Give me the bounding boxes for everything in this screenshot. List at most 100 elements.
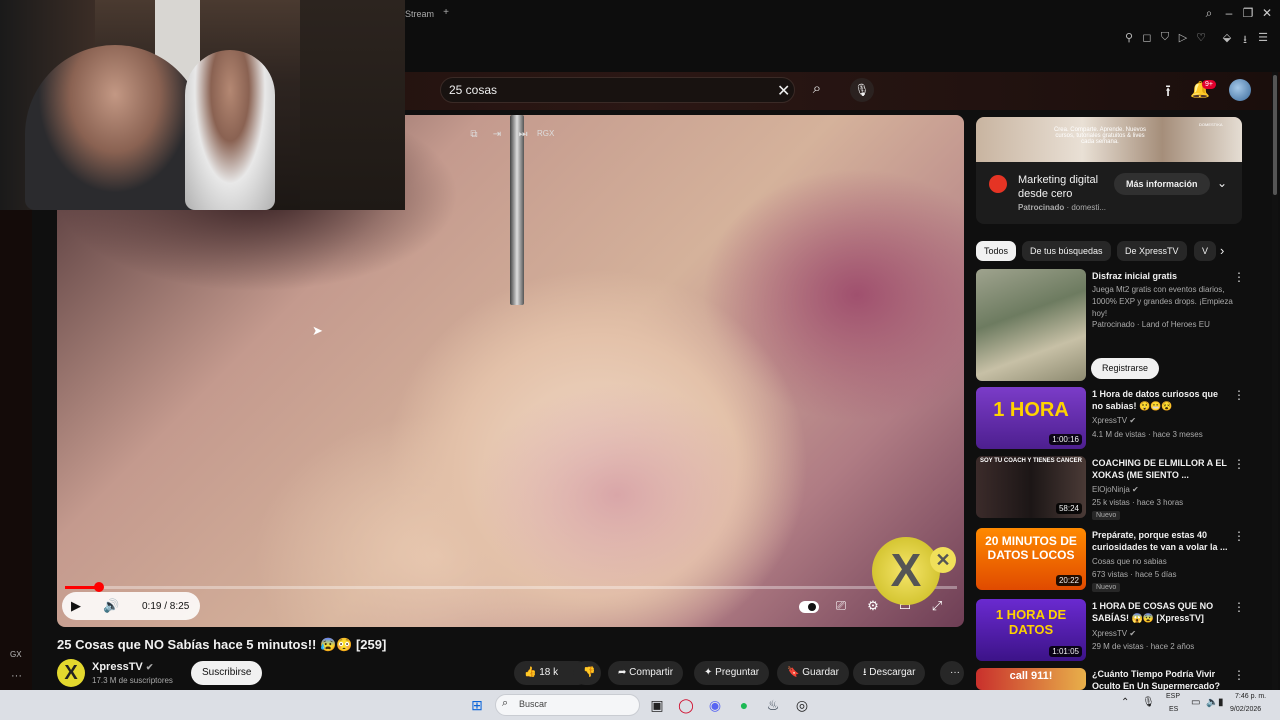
microphone-icon[interactable]: 🎙 bbox=[850, 78, 874, 102]
task-view-icon[interactable]: ▣ bbox=[647, 695, 667, 715]
rec-thumbnail[interactable]: 1 HORA DE DATOS 1:01:05 bbox=[976, 599, 1086, 661]
obs-icon[interactable]: ◎ bbox=[792, 695, 812, 715]
more-vert-icon[interactable]: ⋮ bbox=[1233, 457, 1245, 471]
dislike-button[interactable]: 👎 bbox=[573, 661, 601, 685]
settings-icon[interactable]: ⚙ bbox=[861, 598, 885, 614]
shield-icon[interactable]: ⛉ bbox=[1157, 31, 1173, 44]
avatar[interactable] bbox=[1229, 79, 1251, 101]
pin-icon[interactable]: ⚲ bbox=[1121, 31, 1137, 44]
thumbs-up-icon: 👍 bbox=[524, 667, 537, 678]
rec-description: Juega Mt2 gratis con eventos diarios, 10… bbox=[1092, 285, 1233, 318]
download-icon[interactable]: ⭳ bbox=[1237, 31, 1253, 50]
chip-searches[interactable]: De tus búsquedas bbox=[1022, 241, 1111, 261]
rec-title[interactable]: Disfraz inicial gratis bbox=[1092, 270, 1228, 282]
more-vert-icon[interactable]: ⋮ bbox=[1233, 388, 1245, 402]
channel-name[interactable]: XpressTV ✔ bbox=[92, 661, 153, 673]
volume-icon[interactable]: 🔊 bbox=[103, 598, 119, 614]
progress-track[interactable] bbox=[65, 586, 957, 589]
taskbar-search[interactable] bbox=[495, 694, 640, 716]
chip-more[interactable]: V bbox=[1194, 241, 1216, 261]
chip-channel[interactable]: De XpressTV bbox=[1117, 241, 1187, 261]
scrubber-handle[interactable] bbox=[94, 582, 104, 592]
rec-title[interactable]: Prepárate, porque estas 40 curiosidades … bbox=[1092, 529, 1228, 553]
rec-thumbnail[interactable]: 20 MINUTOS DE DATOS LOCOS 20:22 bbox=[976, 528, 1086, 590]
windows-start-icon[interactable]: ⊞ bbox=[467, 695, 487, 715]
monitor-icon[interactable]: ▭ bbox=[1191, 697, 1200, 708]
heart-icon[interactable]: ♡ bbox=[1193, 31, 1209, 44]
steam-icon[interactable]: ♨ bbox=[763, 695, 783, 715]
clear-search-icon[interactable]: ✕ bbox=[777, 81, 790, 101]
scrollbar-thumb[interactable] bbox=[1273, 75, 1277, 195]
more-vert-icon[interactable]: ⋮ bbox=[1233, 529, 1245, 543]
rec-title[interactable]: 1 Hora de datos curiosos que no sabias! … bbox=[1092, 388, 1228, 412]
play-icon[interactable]: ▶ bbox=[71, 598, 81, 614]
download-button[interactable]: ⭳ Descargar bbox=[853, 661, 926, 685]
search-button[interactable]: ⌕ bbox=[803, 80, 831, 100]
ad-title[interactable]: Marketing digital desde cero bbox=[1018, 173, 1118, 201]
extension-icon[interactable]: ⬙ bbox=[1219, 31, 1235, 44]
next-icon[interactable]: ⏭ bbox=[514, 127, 532, 143]
rgx-label[interactable]: RGX bbox=[537, 129, 554, 138]
opera-gx-icon[interactable]: ◯ bbox=[676, 695, 696, 715]
rec-duration: 58:24 bbox=[1055, 503, 1082, 514]
share-button[interactable]: ➦ Compartir bbox=[608, 661, 684, 685]
chevron-up-icon[interactable]: ⌃ bbox=[1121, 697, 1129, 708]
more-icon[interactable]: ··· bbox=[11, 670, 22, 682]
taskbar-date[interactable]: 9/02/2026 bbox=[1230, 706, 1261, 713]
subtitles-icon[interactable]: ⎚ bbox=[829, 598, 853, 614]
language-indicator[interactable]: ESP bbox=[1166, 693, 1180, 700]
fullscreen-icon[interactable]: ⤢ bbox=[925, 598, 949, 614]
more-vert-icon[interactable]: ⋮ bbox=[1233, 668, 1245, 682]
rec-thumbnail[interactable]: call 911! bbox=[976, 668, 1086, 690]
subscribe-button[interactable]: Suscribirse bbox=[191, 661, 263, 685]
webcam-door bbox=[300, 0, 405, 210]
picture-in-picture-icon[interactable]: ⧉ bbox=[465, 127, 483, 143]
upload-icon[interactable]: ⭱ bbox=[1157, 80, 1179, 107]
keyboard-layout[interactable]: ES bbox=[1169, 706, 1178, 713]
rec-title[interactable]: ¿Cuánto Tiempo Podría Vivir Oculto En Un… bbox=[1092, 668, 1228, 690]
taskbar-time[interactable]: 7:46 p. m. bbox=[1235, 693, 1266, 700]
rec-thumbnail[interactable]: SOY TU COACH Y TIENES CANCER 58:24 bbox=[976, 456, 1086, 518]
speaker-icon[interactable]: 🔈 bbox=[1206, 697, 1218, 708]
browser-tab[interactable]: Stream bbox=[405, 9, 434, 19]
menu-icon[interactable]: ☰ bbox=[1255, 31, 1271, 44]
restore-icon[interactable]: ❐ bbox=[1239, 6, 1257, 20]
search-input[interactable]: 25 cosas bbox=[449, 83, 497, 97]
rec-thumbnail-text: 20 MINUTOS DE DATOS LOCOS bbox=[985, 534, 1077, 562]
webcam-person-center bbox=[25, 45, 205, 210]
play-icon[interactable]: ▷ bbox=[1175, 31, 1191, 44]
minimize-icon[interactable]: – bbox=[1220, 6, 1238, 20]
register-button[interactable]: Registrarse bbox=[1091, 358, 1160, 379]
search-icon[interactable]: ⌕ bbox=[1200, 6, 1218, 21]
taskbar-search-input[interactable]: Buscar bbox=[519, 699, 547, 709]
ad-more-info-button[interactable]: Más información bbox=[1114, 173, 1210, 195]
chevron-right-icon[interactable]: › bbox=[1220, 243, 1224, 258]
exit-icon[interactable]: ⇥ bbox=[488, 127, 506, 143]
new-tab-button[interactable]: + bbox=[441, 8, 451, 18]
more-actions-button[interactable]: ··· bbox=[940, 661, 964, 685]
more-vert-icon[interactable]: ⋮ bbox=[1233, 270, 1245, 284]
gx-label[interactable]: GX bbox=[10, 650, 22, 659]
ask-button[interactable]: ✦ Preguntar bbox=[694, 661, 770, 685]
bookmark-icon[interactable]: ◻ bbox=[1139, 31, 1155, 44]
rec-thumbnail[interactable] bbox=[976, 269, 1086, 381]
chip-all[interactable]: Todos bbox=[976, 241, 1017, 261]
taskbar bbox=[0, 690, 1280, 720]
close-icon[interactable]: ✕ bbox=[1258, 6, 1276, 20]
microphone-icon[interactable]: 🎙 bbox=[1142, 697, 1155, 708]
more-vert-icon[interactable]: ⋮ bbox=[1233, 600, 1245, 614]
chevron-down-icon[interactable]: ⌄ bbox=[1217, 176, 1227, 190]
spotify-icon[interactable]: ● bbox=[734, 695, 754, 715]
verified-icon: ✔ bbox=[1132, 485, 1139, 494]
discord-icon[interactable]: ◉ bbox=[705, 695, 725, 715]
video-needle-graphic bbox=[510, 115, 524, 305]
video-title: 25 Cosas que NO Sabías hace 5 minutos!! … bbox=[57, 637, 387, 652]
rec-channel: ElOjoNinja ✔ bbox=[1092, 485, 1139, 494]
rec-thumbnail[interactable]: 1 HORA 1:00:16 bbox=[976, 387, 1086, 449]
save-button[interactable]: 🔖 Guardar bbox=[777, 661, 849, 685]
rec-title[interactable]: 1 HORA DE COSAS QUE NO SABÍAS! 😱😨 [Xpres… bbox=[1092, 600, 1228, 624]
rec-title[interactable]: COACHING DE ELMILLOR A EL XOKAS (ME SIEN… bbox=[1092, 457, 1228, 481]
rec-channel: Patrocinado · Land of Heroes EU bbox=[1092, 320, 1210, 329]
channel-avatar[interactable]: X bbox=[57, 659, 85, 687]
battery-icon[interactable]: ▮ bbox=[1218, 697, 1224, 708]
